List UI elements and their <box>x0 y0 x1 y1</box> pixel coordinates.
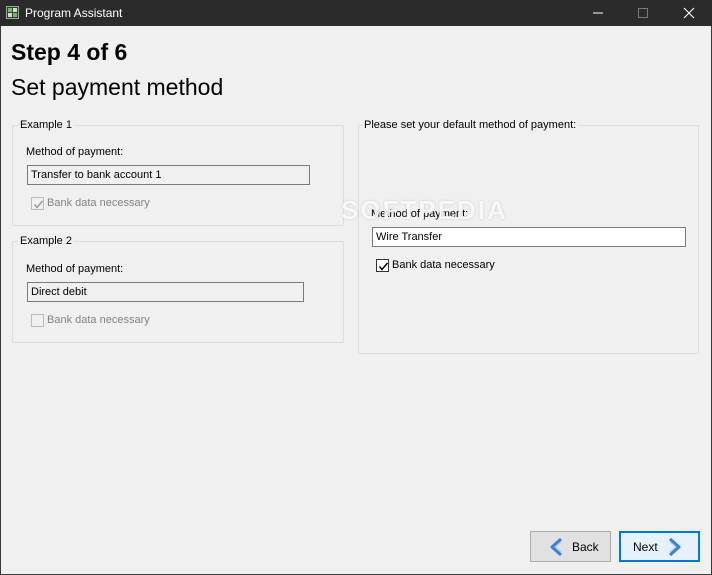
title-bar: Program Assistant <box>0 0 712 26</box>
next-label: Next <box>633 540 658 554</box>
minimize-icon <box>593 12 603 14</box>
maximize-icon <box>638 8 648 18</box>
example1-bank-label: Bank data necessary <box>47 197 150 209</box>
arrow-right-icon <box>669 537 681 557</box>
example2-bank-label: Bank data necessary <box>47 314 150 326</box>
window-title: Program Assistant <box>25 6 123 20</box>
page-title: Set payment method <box>11 74 224 100</box>
example1-group: Example 1 Method of payment: Transfer to… <box>12 119 344 226</box>
minimize-button[interactable] <box>575 0 621 26</box>
example1-method-label: Method of payment: <box>26 146 124 158</box>
checkmark-icon <box>33 200 44 209</box>
checkmark-icon <box>378 262 389 271</box>
step-indicator: Step 4 of 6 <box>11 39 128 65</box>
default-bank-label[interactable]: Bank data necessary <box>392 259 495 272</box>
example2-method-label: Method of payment: <box>26 263 124 275</box>
default-payment-legend: Please set your default method of paymen… <box>362 119 579 132</box>
close-icon <box>683 7 695 19</box>
back-label: Back <box>572 540 599 554</box>
close-button[interactable] <box>666 0 712 26</box>
example2-method-field: Direct debit <box>27 282 304 302</box>
example2-bank-checkbox <box>31 314 44 327</box>
back-button[interactable]: Back <box>530 531 611 562</box>
watermark: SOFTPEDIA <box>341 195 508 225</box>
arrow-left-icon <box>550 537 562 557</box>
example1-legend: Example 1 <box>18 119 74 132</box>
example1-bank-checkbox <box>31 197 44 210</box>
example2-group: Example 2 Method of payment: Direct debi… <box>12 235 344 343</box>
app-icon[interactable] <box>6 6 19 19</box>
next-button[interactable]: Next <box>619 531 700 562</box>
default-payment-group: Please set your default method of paymen… <box>358 119 699 354</box>
example2-legend: Example 2 <box>18 235 74 248</box>
default-bank-checkbox[interactable] <box>376 259 389 272</box>
default-method-input[interactable]: Wire Transfer <box>372 227 686 247</box>
example1-method-field: Transfer to bank account 1 <box>27 165 310 185</box>
maximize-button[interactable] <box>620 0 666 26</box>
